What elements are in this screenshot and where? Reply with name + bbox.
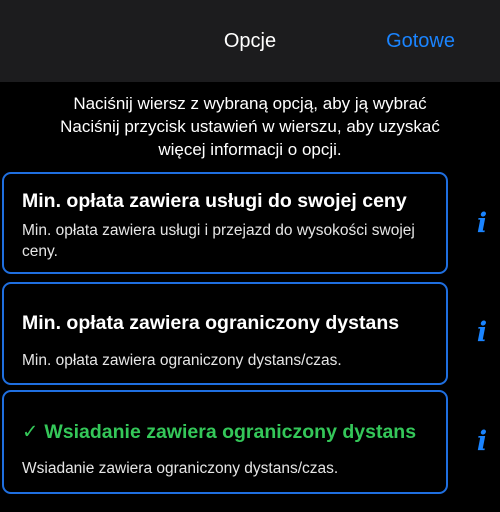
- info-icon[interactable]: i: [470, 318, 494, 348]
- info-icon[interactable]: i: [470, 427, 494, 457]
- option-row-boarding-selected[interactable]: ✓ Wsiadanie zawiera ograniczony dystans W…: [2, 390, 448, 494]
- instructions-line-3: więcej informacji o opcji.: [158, 140, 342, 159]
- option-description: Min. opłata zawiera ograniczony dystans/…: [22, 352, 342, 369]
- done-button[interactable]: Gotowe: [386, 30, 455, 53]
- navigation-bar: Opcje Gotowe: [0, 0, 500, 82]
- info-icon[interactable]: i: [470, 209, 494, 239]
- option-title-selected: ✓ Wsiadanie zawiera ograniczony dystans: [22, 420, 416, 444]
- instructions-line-2: Naciśnij przycisk ustawień w wierszu, ab…: [60, 117, 440, 136]
- option-title-text: Wsiadanie zawiera ograniczony dystans: [44, 421, 417, 443]
- option-title: Min. opłata zawiera usługi do swojej cen…: [22, 190, 407, 212]
- option-row-limited-distance[interactable]: Min. opłata zawiera ograniczony dystans …: [2, 282, 448, 385]
- checkmark-icon: ✓: [22, 421, 39, 443]
- instructions-text: Naciśnij wiersz z wybraną opcją, aby ją …: [20, 92, 480, 161]
- option-row-services[interactable]: Min. opłata zawiera usługi do swojej cen…: [2, 172, 448, 274]
- instructions-line-1: Naciśnij wiersz z wybraną opcją, aby ją …: [73, 94, 427, 113]
- option-title: Min. opłata zawiera ograniczony dystans: [22, 312, 400, 334]
- option-description: Min. opłata zawiera usługi i przejazd do…: [22, 222, 415, 260]
- option-description: Wsiadanie zawiera ograniczony dystans/cz…: [22, 460, 339, 477]
